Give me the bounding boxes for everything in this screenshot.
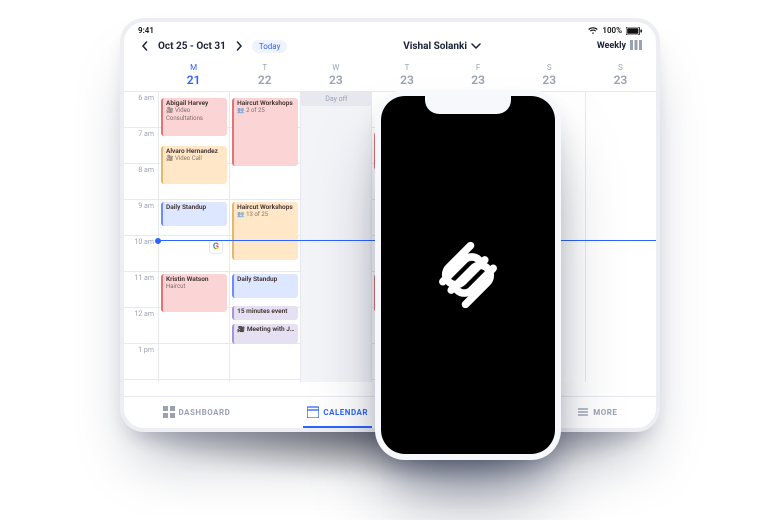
nav-calendar[interactable]: CALENDAR <box>303 398 372 428</box>
weekday-mon[interactable]: M21 <box>158 59 229 91</box>
phone-device <box>375 90 561 460</box>
weekday-tue[interactable]: T22 <box>229 59 300 91</box>
day-col-tue[interactable]: Haircut Workshops👥 2 of 25 Haircut Works… <box>229 92 300 382</box>
view-mode-selector[interactable]: Weekly <box>597 40 642 53</box>
toolbar: Oct 25 - Oct 31 Today Vishal Solanki Wee… <box>124 37 656 59</box>
day-col-sun[interactable] <box>585 92 656 382</box>
date-range-label[interactable]: Oct 25 - Oct 31 <box>158 41 226 52</box>
nav-more[interactable]: MORE <box>573 398 621 428</box>
event[interactable]: Haircut Workshops👥 2 of 25 <box>232 98 298 166</box>
status-bar: 9:41 100% <box>124 22 656 37</box>
event[interactable]: 🎥 Meeting with Jo… <box>232 324 298 344</box>
wifi-icon <box>588 27 598 35</box>
today-button[interactable]: Today <box>252 40 288 53</box>
event[interactable]: Kristin WatsonHaircut <box>161 274 227 312</box>
weekday-thu[interactable]: T23 <box>371 59 442 91</box>
battery-percent: 100% <box>602 26 622 35</box>
day-col-mon[interactable]: Abigail Harvey🎥 Video Consultations Alva… <box>158 92 229 382</box>
nav-label: CALENDAR <box>323 408 368 417</box>
event[interactable]: Abigail Harvey🎥 Video Consultations <box>161 98 227 136</box>
status-time: 9:41 <box>138 26 154 35</box>
hour-gutter: 6 am 7 am 8 am 9 am 10 am 11 am 12 am 1 … <box>124 92 158 382</box>
user-name: Vishal Solanki <box>403 41 467 52</box>
event[interactable]: Daily Standup <box>161 202 227 226</box>
day-off-badge: Day off <box>301 92 371 106</box>
menu-icon <box>577 406 589 420</box>
weekday-sat[interactable]: S23 <box>514 59 585 91</box>
weekday-wed[interactable]: W23 <box>300 59 371 91</box>
chevron-down-icon <box>471 41 481 51</box>
event[interactable]: Alvaro Hernandez🎥 Video Call <box>161 146 227 184</box>
view-mode-label: Weekly <box>597 41 626 51</box>
nav-label: DASHBOARD <box>179 408 231 417</box>
prev-week-button[interactable] <box>138 39 152 53</box>
nav-dashboard[interactable]: DASHBOARD <box>159 398 235 428</box>
battery-icon <box>626 27 642 35</box>
calendar-icon <box>307 406 319 420</box>
event[interactable]: Haircut Workshops👥 13 of 25 <box>232 202 298 260</box>
phone-screen <box>381 96 555 454</box>
event[interactable]: Daily Standup <box>232 274 298 298</box>
squarespace-logo-icon <box>426 233 510 317</box>
weekday-sun[interactable]: S23 <box>585 59 656 91</box>
nav-label: MORE <box>593 408 617 417</box>
phone-notch <box>425 96 511 114</box>
weekday-fri[interactable]: F23 <box>443 59 514 91</box>
view-mode-icon <box>630 40 642 53</box>
dashboard-icon <box>163 406 175 420</box>
day-col-wed[interactable]: Day off <box>300 92 371 382</box>
user-selector[interactable]: Vishal Solanki <box>403 41 481 52</box>
next-week-button[interactable] <box>232 39 246 53</box>
google-icon: G <box>209 240 223 254</box>
event[interactable]: 15 minutes event <box>232 306 298 320</box>
weekday-header: M21 T22 W23 T23 F23 S23 S23 <box>124 59 656 92</box>
